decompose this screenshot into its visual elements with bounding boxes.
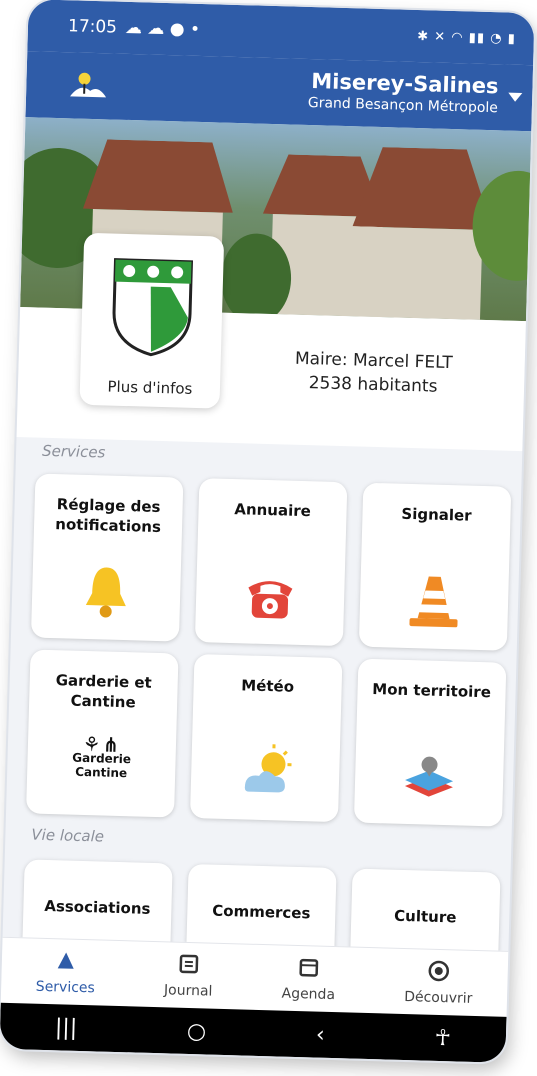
crest-card[interactable]: Plus d'infos	[79, 232, 225, 409]
tile-notifications[interactable]: Réglage des notifications	[30, 473, 184, 642]
bell-icon	[85, 567, 126, 618]
section-title-services: Services	[41, 441, 106, 462]
tile-mon-territoire[interactable]: Mon territoire	[353, 658, 507, 827]
nav-journal[interactable]: Journal	[163, 952, 214, 1000]
journal-icon	[179, 954, 199, 974]
nav-services[interactable]: Services	[35, 949, 96, 997]
nav-label: Découvrir	[403, 989, 473, 1007]
coat-of-arms-icon	[112, 258, 194, 357]
nav-decouvrir[interactable]: Découvrir	[404, 959, 473, 1007]
city-subtitle: Grand Besançon Métropole	[307, 94, 499, 117]
tile-label: Culture	[393, 906, 457, 927]
tile-garderie-cantine[interactable]: Garderie et Cantine ⚘⋔ Garderie Cantine	[26, 649, 179, 818]
home-icon[interactable]: ○	[187, 1018, 207, 1044]
chevron-down-icon[interactable]	[508, 92, 523, 102]
tile-label: Météo	[241, 676, 295, 696]
nav-label: Agenda	[281, 985, 336, 1004]
nav-agenda[interactable]: Agenda	[281, 956, 336, 1003]
tile-label: Garderie et Cantine	[55, 671, 152, 712]
accessibility-icon[interactable]: ☥	[434, 1025, 451, 1050]
nav-label: Services	[35, 978, 96, 997]
map-layers-icon	[404, 756, 454, 797]
traffic-cone-icon	[409, 576, 458, 628]
more-info-link[interactable]: Plus d'infos	[80, 377, 220, 399]
status-time: 17:05	[67, 16, 118, 38]
telephone-icon	[248, 581, 293, 619]
status-icons: ✱ ✕ ◠ ▮▮ ◔ ▮	[417, 28, 517, 47]
tile-label: Commerces	[212, 901, 311, 923]
compass-icon	[428, 960, 450, 982]
services-icon	[57, 952, 74, 969]
recent-apps-icon[interactable]: |||	[55, 1015, 78, 1041]
city-name: Miserey-Salines	[311, 69, 499, 99]
tile-meteo[interactable]: Météo	[189, 654, 343, 823]
nav-label: Journal	[163, 982, 213, 1000]
phone-screen: 17:05 ☁ ☁ ● • ✱ ✕ ◠ ▮▮ ◔ ▮ Miserey-Salin…	[0, 0, 535, 1063]
city-selector[interactable]: Miserey-Salines Grand Besançon Métropole	[308, 69, 499, 116]
tile-label: Réglage des notifications	[55, 495, 162, 537]
garderie-cantine-icon: ⚘⋔ Garderie Cantine	[72, 731, 132, 781]
tile-label: Associations	[44, 896, 151, 918]
tile-label: Signaler	[401, 504, 472, 525]
tile-label: Mon territoire	[372, 680, 492, 702]
mayor-info: Maire: Marcel FELT 2538 habitants	[268, 346, 479, 400]
app-logo-icon	[70, 72, 107, 98]
tile-signaler[interactable]: Signaler	[358, 482, 512, 651]
tile-label: Annuaire	[234, 500, 312, 521]
weather-icon	[244, 744, 292, 793]
tile-annuaire[interactable]: Annuaire	[194, 478, 348, 647]
section-title-vie-locale: Vie locale	[31, 825, 105, 846]
calendar-icon	[299, 958, 319, 977]
notification-icons: ☁ ☁ ● •	[124, 17, 201, 40]
back-icon[interactable]: ‹	[316, 1022, 326, 1047]
cantine-icon-text: Cantine	[75, 764, 128, 781]
